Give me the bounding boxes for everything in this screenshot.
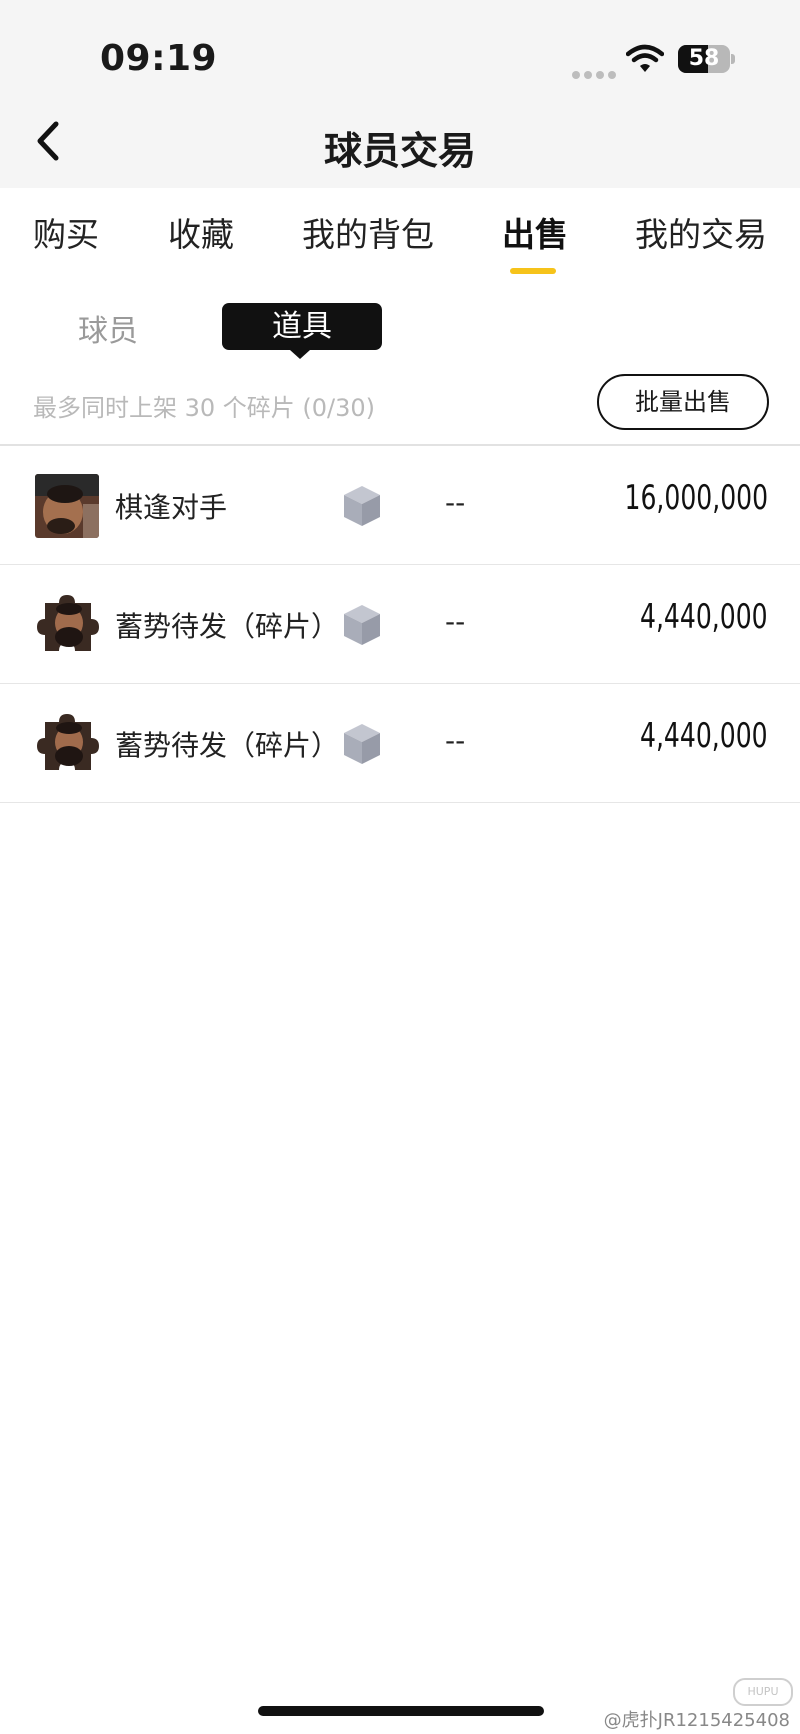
tab-buy[interactable]: 购买 [33, 208, 99, 256]
cube-icon[interactable] [342, 484, 382, 528]
main-tabs: 购买 收藏 我的背包 出售 我的交易 [0, 208, 800, 278]
page-title: 球员交易 [323, 129, 476, 173]
wifi-icon [625, 44, 665, 74]
tab-favorites[interactable]: 收藏 [168, 208, 234, 256]
subtab-pointer [290, 350, 310, 359]
listing-limit-text: 最多同时上架 30 个碎片 (0/30) [33, 394, 376, 422]
player-card-thumbnail [35, 474, 99, 538]
cube-icon[interactable] [342, 722, 382, 766]
tab-my-backpack[interactable]: 我的背包 [302, 208, 434, 256]
item-name: 棋逢对手 [115, 491, 228, 524]
list-item[interactable]: 棋逢对手 -- 16,000,000 [0, 446, 800, 565]
item-status: -- [445, 724, 466, 757]
list-item[interactable]: 蓄势待发（碎片） -- 4,440,000 [0, 684, 800, 803]
subtab-items[interactable]: 道具 [222, 303, 382, 350]
watermark: @虎扑JR1215425408 [603, 1710, 790, 1731]
cellular-signal-icon [572, 64, 620, 83]
battery-percent: 58 [688, 46, 720, 71]
item-price: 16,000,000 [624, 478, 768, 518]
bulk-sell-button[interactable]: 批量出售 [597, 374, 769, 430]
item-name: 蓄势待发（碎片） [115, 610, 340, 643]
home-indicator[interactable] [258, 1706, 544, 1716]
item-name: 蓄势待发（碎片） [115, 729, 340, 762]
subtab-players[interactable]: 球员 [78, 306, 138, 350]
item-price: 4,440,000 [640, 716, 768, 756]
tab-sell[interactable]: 出售 [502, 208, 568, 256]
battery-cap [731, 54, 735, 64]
active-tab-indicator [510, 268, 556, 274]
status-time: 09:19 [100, 38, 218, 79]
hupu-logo: HUPU [733, 1678, 793, 1706]
fragment-thumbnail [35, 712, 99, 776]
item-price: 4,440,000 [640, 597, 768, 637]
item-status: -- [445, 486, 466, 519]
tab-my-trades[interactable]: 我的交易 [635, 208, 767, 256]
list-item[interactable]: 蓄势待发（碎片） -- 4,440,000 [0, 565, 800, 684]
battery-icon: 58 [678, 45, 730, 73]
fragment-thumbnail [35, 593, 99, 657]
item-status: -- [445, 605, 466, 638]
cube-icon[interactable] [342, 603, 382, 647]
